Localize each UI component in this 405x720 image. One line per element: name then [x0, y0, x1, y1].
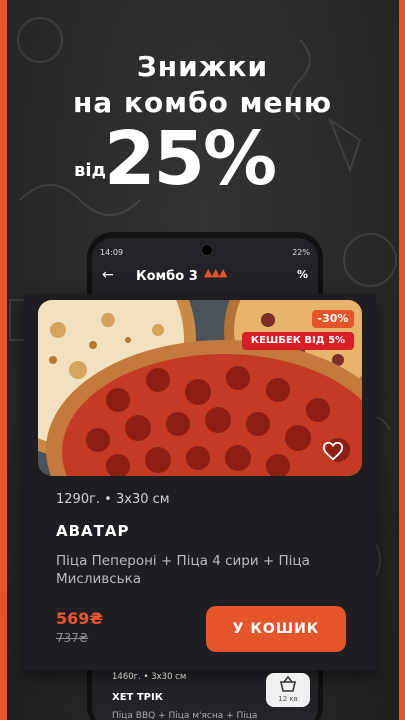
status-time: 14:09 — [100, 248, 124, 257]
pizza-slice-icon: ▲▲▲ — [204, 266, 227, 279]
add-to-cart-button[interactable]: У КОШИК — [206, 606, 346, 652]
cashback-badge: КЕШБЕК ВІД 5% — [242, 332, 354, 350]
back-arrow-icon[interactable]: ← — [102, 267, 114, 283]
promo-banner: Знижки на комбо меню від 25% 14:09 22% ←… — [0, 0, 405, 720]
combo-weight-size: 1290г. • 3х30 см — [56, 492, 170, 507]
basket-icon — [280, 675, 296, 692]
app-bar: ← Комбо 3 ▲▲▲ % — [92, 262, 318, 292]
status-battery: 22% — [292, 248, 310, 257]
heart-icon[interactable] — [322, 440, 344, 462]
next-item-weight-size: 1460г. • 3х30 см — [112, 672, 187, 682]
combo-name: АВАТАР — [56, 522, 130, 540]
next-item-name: ХЕТ ТРІК — [112, 692, 163, 703]
discount-filter-icon[interactable]: % — [297, 268, 308, 281]
next-item-description: Піца BBQ + Піца м'ясна + Піца — [112, 711, 258, 720]
status-bar: 14:09 22% — [100, 246, 312, 260]
discount-badge: -30% — [312, 310, 354, 328]
old-price: 737₴ — [56, 631, 89, 645]
combo-card[interactable]: -30% КЕШБЕК ВІД 5% 1290г. • 3х30 см АВАТ… — [24, 294, 376, 670]
current-price: 569₴ — [56, 609, 104, 628]
promo-prefix: від — [74, 160, 107, 181]
next-item-cart-label: 12 кв — [278, 695, 298, 703]
promo-title-line2: на комбо меню — [72, 86, 333, 119]
page-title: Комбо 3 — [136, 269, 198, 284]
promo-title-line1: Знижки — [136, 50, 269, 83]
promo-discount-value: 25% — [104, 116, 277, 202]
next-item-cart-button[interactable]: 12 кв — [266, 673, 310, 707]
combo-description: Піца Пепероні + Піца 4 сири + Піца Мисли… — [56, 553, 310, 587]
